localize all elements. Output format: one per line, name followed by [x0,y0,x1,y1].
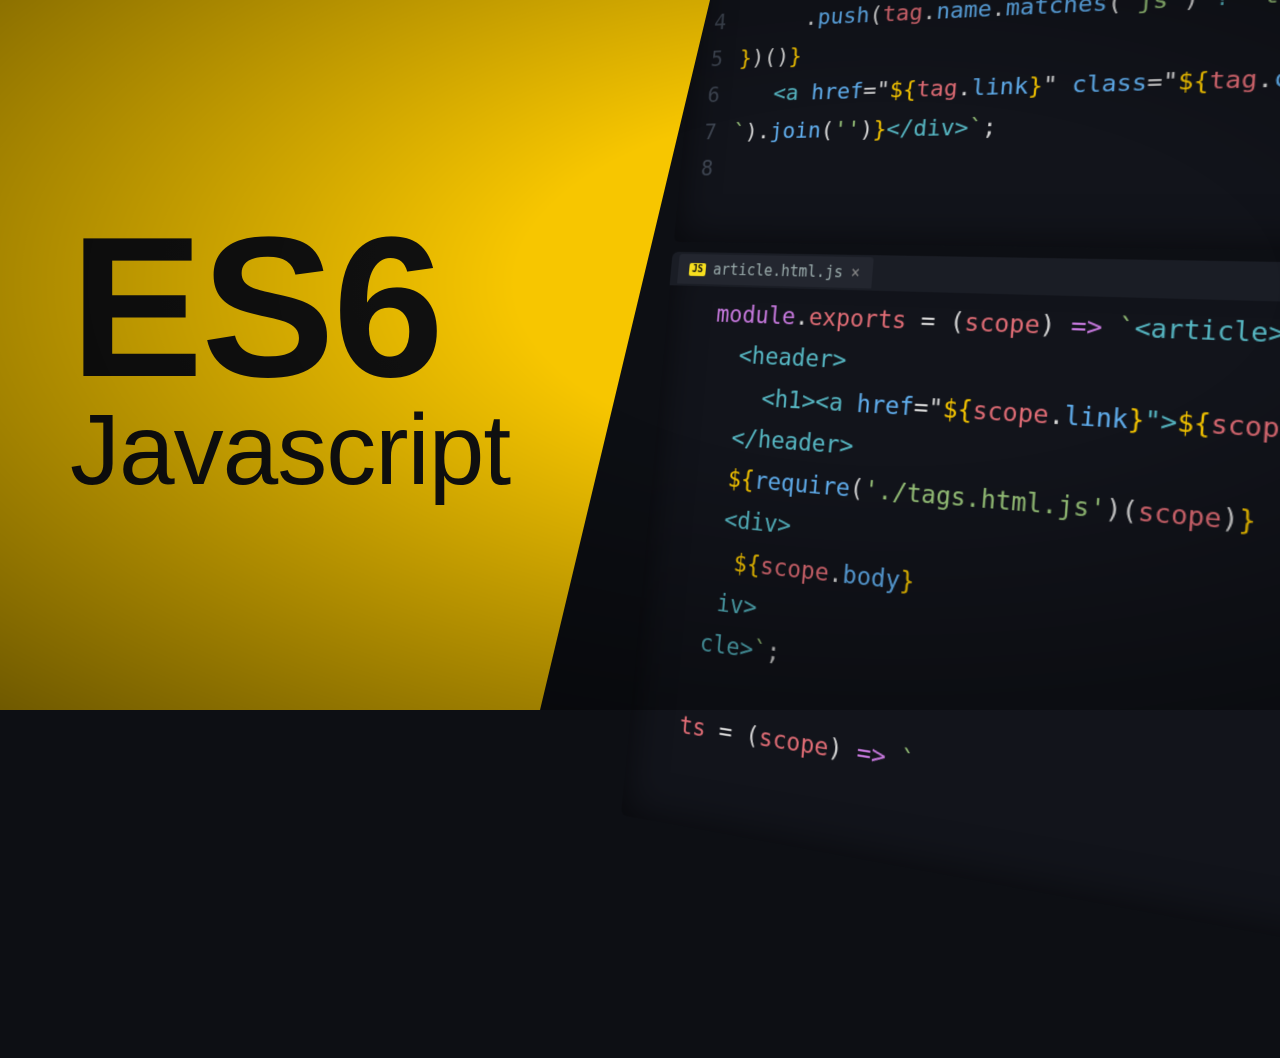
javascript-badge-icon: JS [689,262,707,275]
editor-pane-bottom: JS article.html.js × module.exports = (s… [621,252,1280,1016]
code-block-bottom: module.exports = (scope) => `<article> <… [627,285,1280,924]
close-icon[interactable]: × [850,263,861,282]
tab-filename: article.html.js [712,260,843,281]
line-number: 6 [693,77,738,115]
code-editor-backdrop: 3${(() => { tag.classes = (tag.classes4 … [618,0,1280,1058]
code-block-top: 3${(() => { tag.classes = (tag.classes4 … [678,0,1280,196]
line-number: 8 [686,151,731,188]
line-number: 7 [689,114,734,151]
editor-tab[interactable]: JS article.html.js × [677,254,873,289]
editor-pane-top: 3${(() => { tag.classes = (tag.classes4 … [674,0,1280,257]
line-number: 5 [696,41,741,79]
